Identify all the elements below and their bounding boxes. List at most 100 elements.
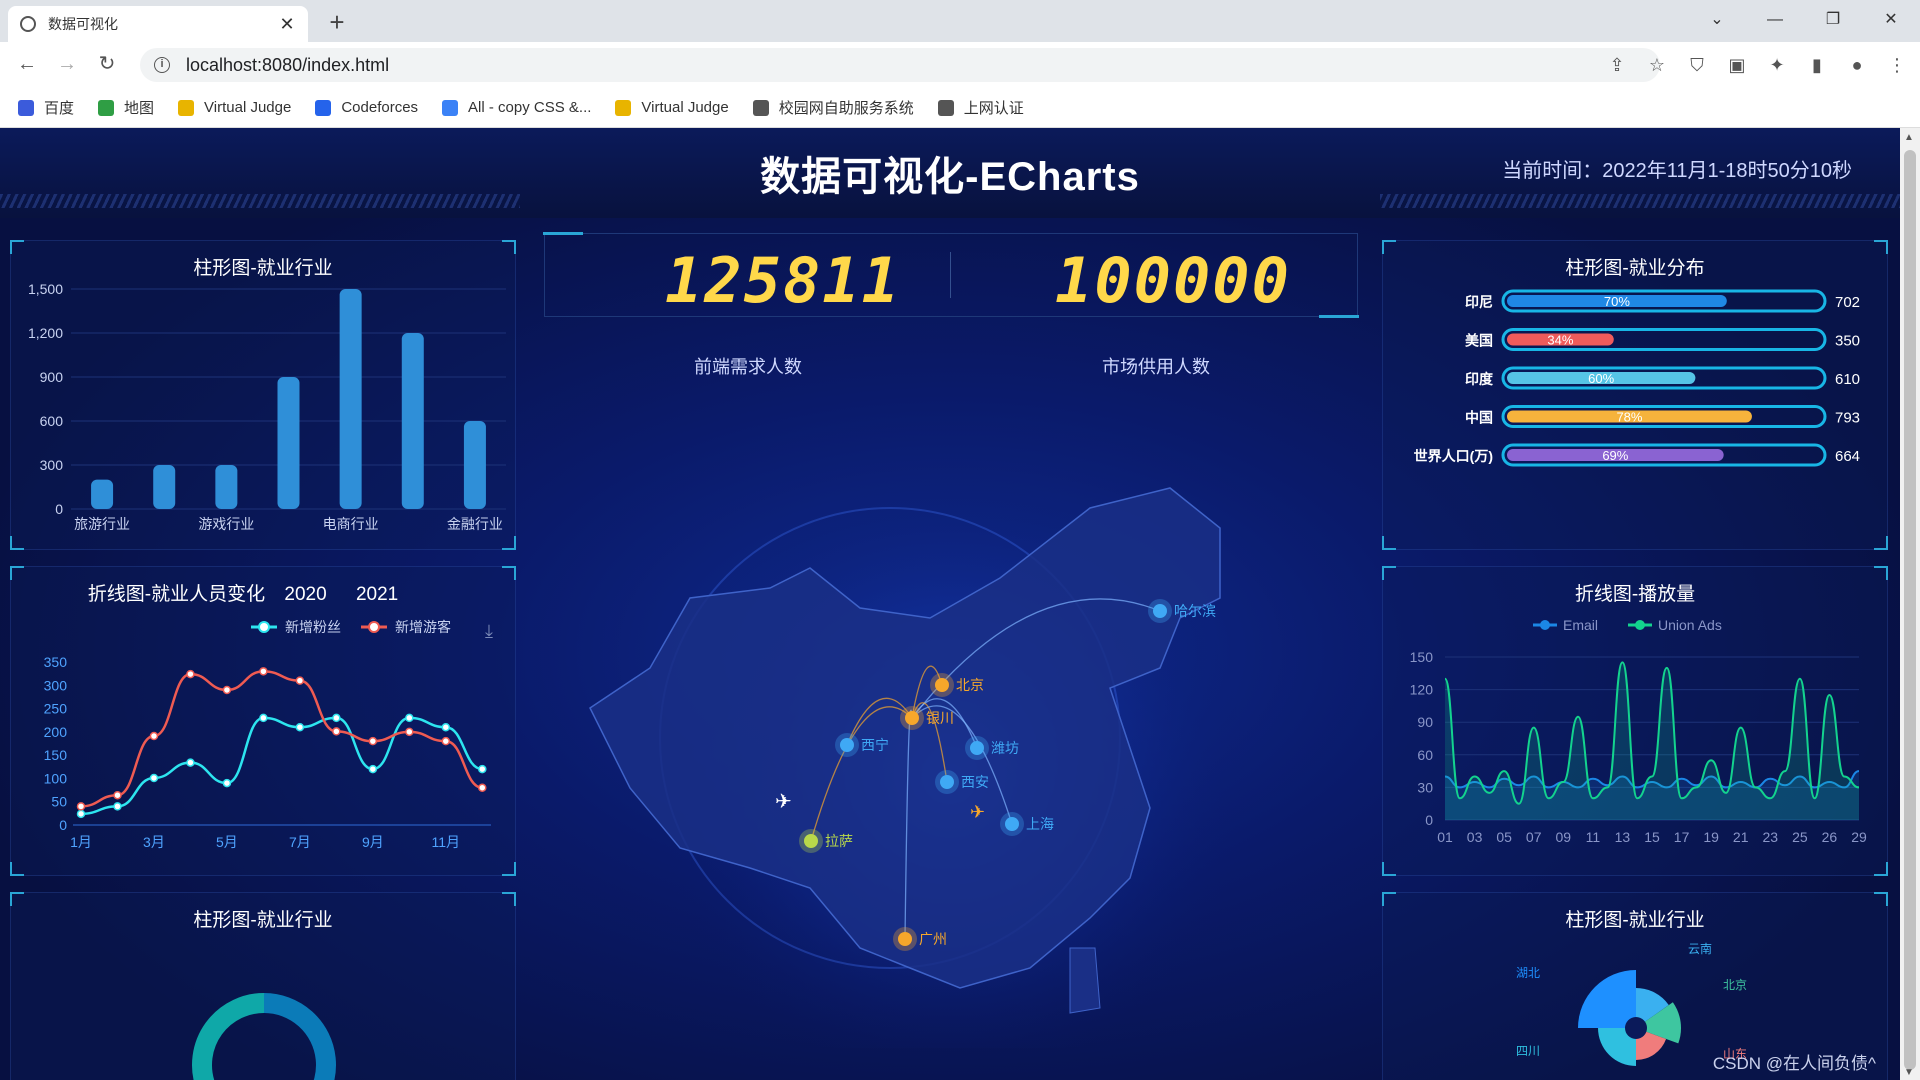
reload-button[interactable]: ↻: [92, 50, 122, 80]
page-scrollbar[interactable]: ▲ ▼: [1900, 128, 1920, 1080]
y-tick-label: 300: [44, 677, 68, 693]
bookmark-star-icon[interactable]: ☆: [1644, 50, 1670, 80]
front-demand-label: 前端需求人数: [694, 357, 802, 377]
x-tick-label: 7月: [289, 834, 311, 850]
menu-icon[interactable]: ⋮: [1884, 50, 1910, 80]
browser-tab[interactable]: 数据可视化 ✕: [8, 6, 308, 42]
data-point: [478, 764, 487, 774]
dashboard-header: 数据可视化-ECharts 当前时间：2022年11月1-18时50分10秒: [0, 128, 1900, 218]
x-tick-label: 29: [1851, 829, 1867, 845]
y-tick-label: 1,200: [28, 325, 63, 341]
profile-avatar[interactable]: ●: [1844, 50, 1870, 80]
x-tick-label: 21: [1733, 829, 1749, 845]
data-point: [259, 713, 268, 723]
bar: [463, 421, 486, 509]
share-icon[interactable]: ⇪: [1604, 50, 1630, 80]
x-tick-label: 11月: [432, 834, 461, 850]
rose-label: 云南: [1688, 941, 1712, 956]
data-point: [332, 727, 341, 736]
bar: [339, 289, 362, 509]
city-marker: [1005, 817, 1019, 831]
forward-button[interactable]: →: [52, 50, 82, 80]
data-point: [295, 722, 305, 732]
dashboard-page: 数据可视化-ECharts 当前时间：2022年11月1-18时50分10秒 柱…: [0, 128, 1900, 1080]
bookmark-favicon-icon: [615, 99, 632, 116]
y-tick-label: 100: [44, 770, 68, 786]
category-label: 印尼: [1465, 294, 1493, 310]
extensions-icon[interactable]: ✦: [1764, 50, 1790, 80]
bookmark-item[interactable]: Codeforces: [315, 99, 418, 116]
panel-line-play: 折线图-播放量 Email Union Ads 0 30 60 90 120 150 01 03 0…: [1382, 566, 1888, 876]
bookmark-item[interactable]: All - copy CSS &...: [442, 99, 591, 116]
category-label: 中国: [1465, 410, 1493, 426]
hainan-outline: [1069, 947, 1101, 1014]
data-point: [332, 713, 341, 723]
city-marker: [970, 741, 984, 755]
new-tab-button[interactable]: +: [322, 8, 352, 38]
site-info-icon[interactable]: i: [154, 57, 170, 73]
y-tick-label: 300: [40, 457, 64, 473]
bookmark-label: 百度: [44, 100, 75, 117]
number-board: 125811 100000 前端需求人数 市场供用人数: [530, 223, 1370, 453]
number-frame: 125811 100000: [543, 232, 1359, 318]
percent-label: 78%: [1616, 410, 1642, 425]
bookmark-item[interactable]: 校园网自助服务系统: [752, 97, 914, 118]
browser-chrome: 数据可视化 ✕ + ⌄ — ❐ ✕ ← → ↻ i localhost:8080…: [0, 0, 1920, 128]
panel-bar-distribution: 柱形图-就业分布 印尼 70% 702 美国 34% 350 印度 60% 610 中国 78% 79…: [1382, 240, 1888, 550]
address-bar[interactable]: i localhost:8080/index.html: [140, 48, 1660, 82]
rose-label: 四川: [1516, 1044, 1540, 1058]
back-button[interactable]: ←: [12, 50, 42, 80]
data-point: [149, 731, 159, 741]
bookmark-label: 上网认证: [963, 100, 1024, 117]
data-point: [222, 685, 232, 695]
bar: [401, 333, 424, 509]
x-tick-label: 23: [1762, 829, 1778, 845]
shield-extension-icon[interactable]: ⛉: [1684, 50, 1710, 80]
close-tab-icon[interactable]: ✕: [278, 14, 296, 35]
x-tick-label: 1月: [70, 834, 92, 850]
bookmark-item[interactable]: Virtual Judge: [178, 99, 291, 116]
csdn-watermark: CSDN @在人间负债^: [1712, 1054, 1876, 1073]
data-point: [478, 783, 487, 792]
city-label: 广州: [919, 931, 947, 947]
data-point: [295, 676, 305, 685]
bar-chart-distribution: 印尼 70% 702 美国 34% 350 印度 60% 610 中国 78% 793 世界人口(万) 6…: [1414, 289, 1860, 467]
percent-label: 69%: [1602, 448, 1628, 463]
total-label: 610: [1835, 371, 1860, 388]
tab-search-icon[interactable]: ⌄: [1688, 0, 1746, 42]
rose-label: 北京: [1723, 978, 1747, 992]
bookmark-favicon-icon: [442, 99, 459, 116]
bookmark-favicon-icon: [18, 99, 34, 116]
legend-label: Email: [1563, 617, 1598, 633]
minimize-button[interactable]: —: [1746, 0, 1804, 42]
side-panel-icon[interactable]: ▮: [1804, 50, 1830, 80]
legend-marker: [1540, 620, 1550, 630]
scroll-up-icon[interactable]: ▲: [1904, 132, 1914, 143]
plane-icon: ✈: [775, 791, 792, 813]
x-tick-label: 电商行业: [323, 516, 379, 532]
city-label: 哈尔滨: [1174, 603, 1216, 619]
city-label: 西安: [961, 774, 989, 790]
bookmark-item[interactable]: 上网认证: [937, 97, 1024, 118]
bookmark-item[interactable]: Virtual Judge: [615, 99, 729, 116]
game-extension-icon[interactable]: ▣: [1724, 50, 1750, 80]
data-point: [222, 778, 232, 788]
city-marker: [935, 678, 949, 692]
data-point: [76, 809, 86, 819]
rose-slice: [1578, 970, 1636, 1028]
series-line: [80, 716, 483, 816]
scrollbar-thumb[interactable]: [1904, 150, 1916, 1070]
bookmark-item[interactable]: 地图: [98, 97, 154, 118]
restore-button[interactable]: ❐: [1804, 0, 1862, 42]
x-tick-label: 25: [1792, 829, 1808, 845]
data-point: [259, 667, 268, 676]
scroll-down-icon[interactable]: ▼: [1904, 1067, 1914, 1078]
percent-label: 34%: [1547, 333, 1573, 348]
y-tick-label: 900: [40, 369, 64, 385]
close-window-button[interactable]: ✕: [1862, 0, 1920, 42]
y-tick-label: 120: [1410, 682, 1434, 698]
bookmark-item[interactable]: 百度: [18, 97, 74, 118]
y-tick-label: 30: [1417, 779, 1433, 795]
y-tick-label: 150: [1410, 649, 1434, 665]
plane-icon: ✈: [970, 802, 985, 822]
